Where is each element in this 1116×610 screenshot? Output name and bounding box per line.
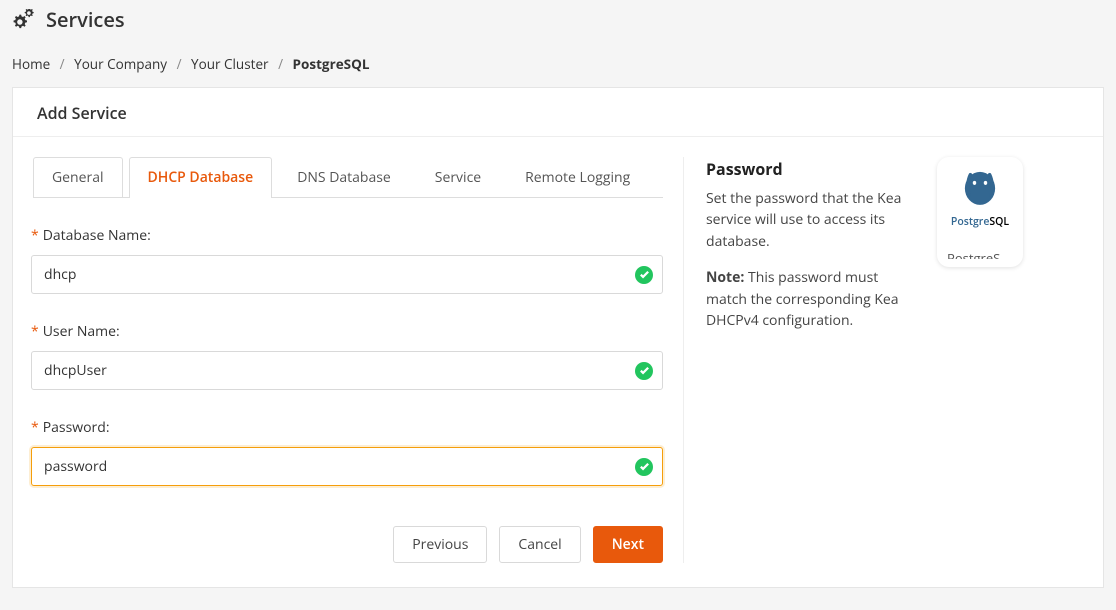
required-marker: *	[31, 418, 39, 437]
required-marker: *	[31, 226, 39, 245]
postgresql-wordmark: PostgreSQL	[951, 215, 1009, 229]
tab-dns-database[interactable]: DNS Database	[278, 157, 410, 197]
breadcrumb-sep: /	[171, 55, 188, 73]
previous-button[interactable]: Previous	[393, 526, 487, 563]
page-header: Services	[12, 0, 1104, 37]
label-user-name: *User Name:	[31, 322, 663, 341]
postgresql-card[interactable]: PostgreSQL PostgreSQL	[937, 157, 1023, 267]
help-note-label: Note:	[706, 268, 744, 287]
label-database-name: *Database Name:	[31, 226, 663, 245]
next-button[interactable]: Next	[593, 526, 663, 563]
help-body: Set the password that the Kea service wi…	[706, 188, 921, 253]
valid-icon	[635, 362, 653, 380]
cancel-button[interactable]: Cancel	[499, 526, 580, 563]
breadcrumb-sep: /	[54, 55, 71, 73]
label-text: Database Name:	[43, 226, 151, 245]
tab-service[interactable]: Service	[416, 157, 500, 197]
tab-remote-logging[interactable]: Remote Logging	[506, 157, 649, 197]
help-panel: Password Set the password that the Kea s…	[706, 157, 921, 563]
help-title: Password	[706, 157, 921, 182]
breadcrumb-current: PostgreSQL	[293, 55, 370, 73]
field-password: *Password:	[31, 418, 663, 486]
help-note: Note: This password must match the corre…	[706, 267, 921, 332]
side-column: Password Set the password that the Kea s…	[683, 157, 1023, 563]
password-input[interactable]	[31, 447, 663, 486]
main-column: General DHCP Database DNS Database Servi…	[31, 157, 663, 563]
breadcrumb-home[interactable]: Home	[12, 55, 50, 73]
field-database-name: *Database Name:	[31, 226, 663, 294]
valid-icon	[635, 458, 653, 476]
user-name-input[interactable]	[31, 351, 663, 390]
field-user-name: *User Name:	[31, 322, 663, 390]
button-row: Previous Cancel Next	[31, 526, 663, 563]
breadcrumb: Home / Your Company / Your Cluster / Pos…	[12, 37, 1104, 87]
page-title: Services	[46, 6, 125, 33]
label-text: Password:	[43, 418, 110, 437]
gears-icon	[12, 9, 38, 31]
label-text: User Name:	[43, 322, 120, 341]
required-marker: *	[31, 322, 39, 341]
breadcrumb-sep: /	[272, 55, 289, 73]
panel: Add Service General DHCP Database DNS Da…	[12, 87, 1104, 588]
valid-icon	[635, 266, 653, 284]
tabs: General DHCP Database DNS Database Servi…	[33, 157, 663, 198]
breadcrumb-cluster[interactable]: Your Cluster	[191, 55, 269, 73]
breadcrumb-company[interactable]: Your Company	[74, 55, 167, 73]
postgresql-icon	[958, 165, 1002, 209]
tab-general[interactable]: General	[33, 157, 123, 197]
postgresql-label: PostgreSQL	[941, 249, 1019, 259]
label-password: *Password:	[31, 418, 663, 437]
tab-dhcp-database[interactable]: DHCP Database	[129, 157, 273, 197]
database-name-input[interactable]	[31, 255, 663, 294]
panel-title: Add Service	[13, 88, 1103, 137]
